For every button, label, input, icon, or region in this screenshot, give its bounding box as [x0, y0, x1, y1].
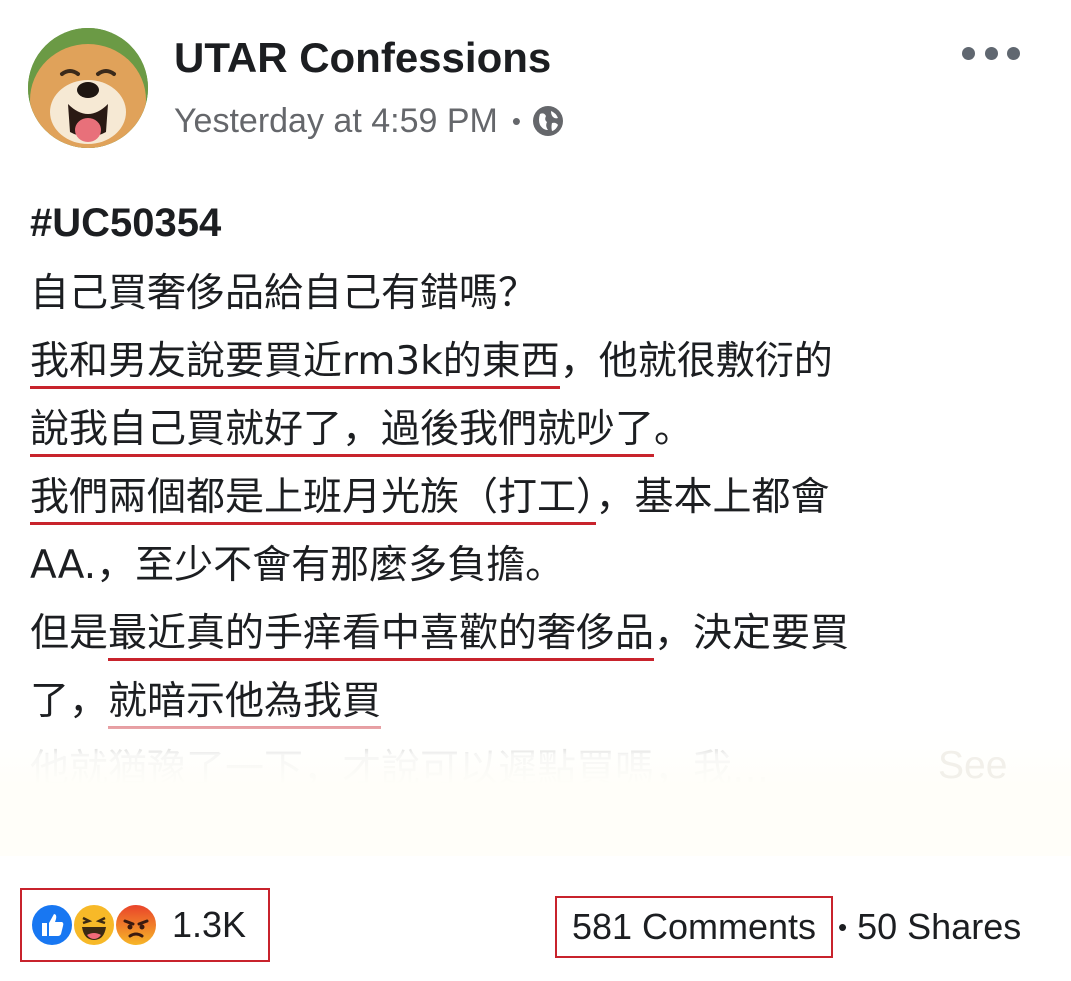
text-segment: AA.，至少不會有那麼多負擔。: [30, 543, 565, 588]
post-text-line: 自己買奢侈品給自己有錯嗎？: [30, 260, 1050, 328]
post-meta: Yesterday at 4:59 PM •: [174, 98, 565, 144]
see-more-link[interactable]: See: [938, 744, 1007, 788]
post-timestamp[interactable]: Yesterday at 4:59 PM: [174, 102, 498, 141]
post-text-line: 了，就暗示他為我買: [30, 668, 1050, 736]
post-body: 自己買奢侈品給自己有錯嗎？ 我和男友說要買近rm3k的東西，他就很敷衍的 說我自己買…: [30, 260, 1050, 804]
text-segment: 了，: [30, 679, 109, 724]
post-text-line: AA.，至少不會有那麼多負擔。: [30, 532, 1050, 600]
footer-separator: •: [838, 911, 848, 942]
more-options-icon[interactable]: [962, 36, 1020, 70]
text-segment: 但是: [30, 611, 109, 656]
underlined-text-segment: 說我自己買就好了，過後我們就吵了: [30, 407, 655, 457]
underlined-text-segment: 我們兩個都是上班月光族（打工）: [30, 475, 596, 525]
reaction-count: 1.3K: [172, 904, 247, 945]
shiba-avatar-image: [28, 28, 148, 148]
like-icon: [30, 903, 74, 947]
post-text-line: 他就猶豫了一下，才說可以遲點買嗎，我...: [30, 736, 1050, 804]
underlined-text-segment: 最近真的手痒看中喜歡的奢侈品: [108, 611, 655, 661]
globe-icon: [532, 106, 563, 136]
page-name[interactable]: UTAR Confessions: [174, 32, 551, 84]
more-dot: [1007, 46, 1020, 60]
text-segment: 。: [654, 407, 694, 452]
underlined-text-segment: 我和男友說要買近rm3k的東西: [30, 339, 560, 389]
meta-separator: •: [511, 105, 521, 136]
text-segment: ，他就很敷衍的: [559, 339, 833, 384]
more-dot: [962, 46, 975, 60]
post-text-line: 但是最近真的手痒看中喜歡的奢侈品，決定要買: [30, 600, 1050, 668]
text-segment: 自己買奢侈品給自己有錯嗎？: [30, 271, 538, 316]
underlined-text-segment: 就暗示他為我買: [108, 679, 382, 729]
text-segment: ，基本上都會: [595, 475, 830, 520]
angry-icon: [114, 903, 158, 947]
reactions-summary[interactable]: 1.3K: [20, 888, 270, 962]
more-dot: [984, 46, 998, 60]
post-text-line: 說我自己買就好了，過後我們就吵了。: [30, 396, 1050, 464]
page-avatar[interactable]: [28, 28, 148, 148]
comments-count-link[interactable]: 581 Comments: [555, 896, 833, 958]
haha-icon: [72, 903, 116, 947]
shares-count-link[interactable]: 50 Shares: [857, 906, 1021, 948]
post-text-line: 我和男友說要買近rm3k的東西，他就很敷衍的: [30, 328, 1050, 396]
post-hashtag[interactable]: #UC50354: [30, 198, 221, 248]
text-segment: 他就猶豫了一下，才說可以遲點買嗎，我...: [30, 747, 770, 792]
post-text-line: 我們兩個都是上班月光族（打工），基本上都會: [30, 464, 1050, 532]
text-segment: ，決定要買: [654, 611, 850, 656]
shares-area: • 50 Shares: [838, 896, 1021, 958]
